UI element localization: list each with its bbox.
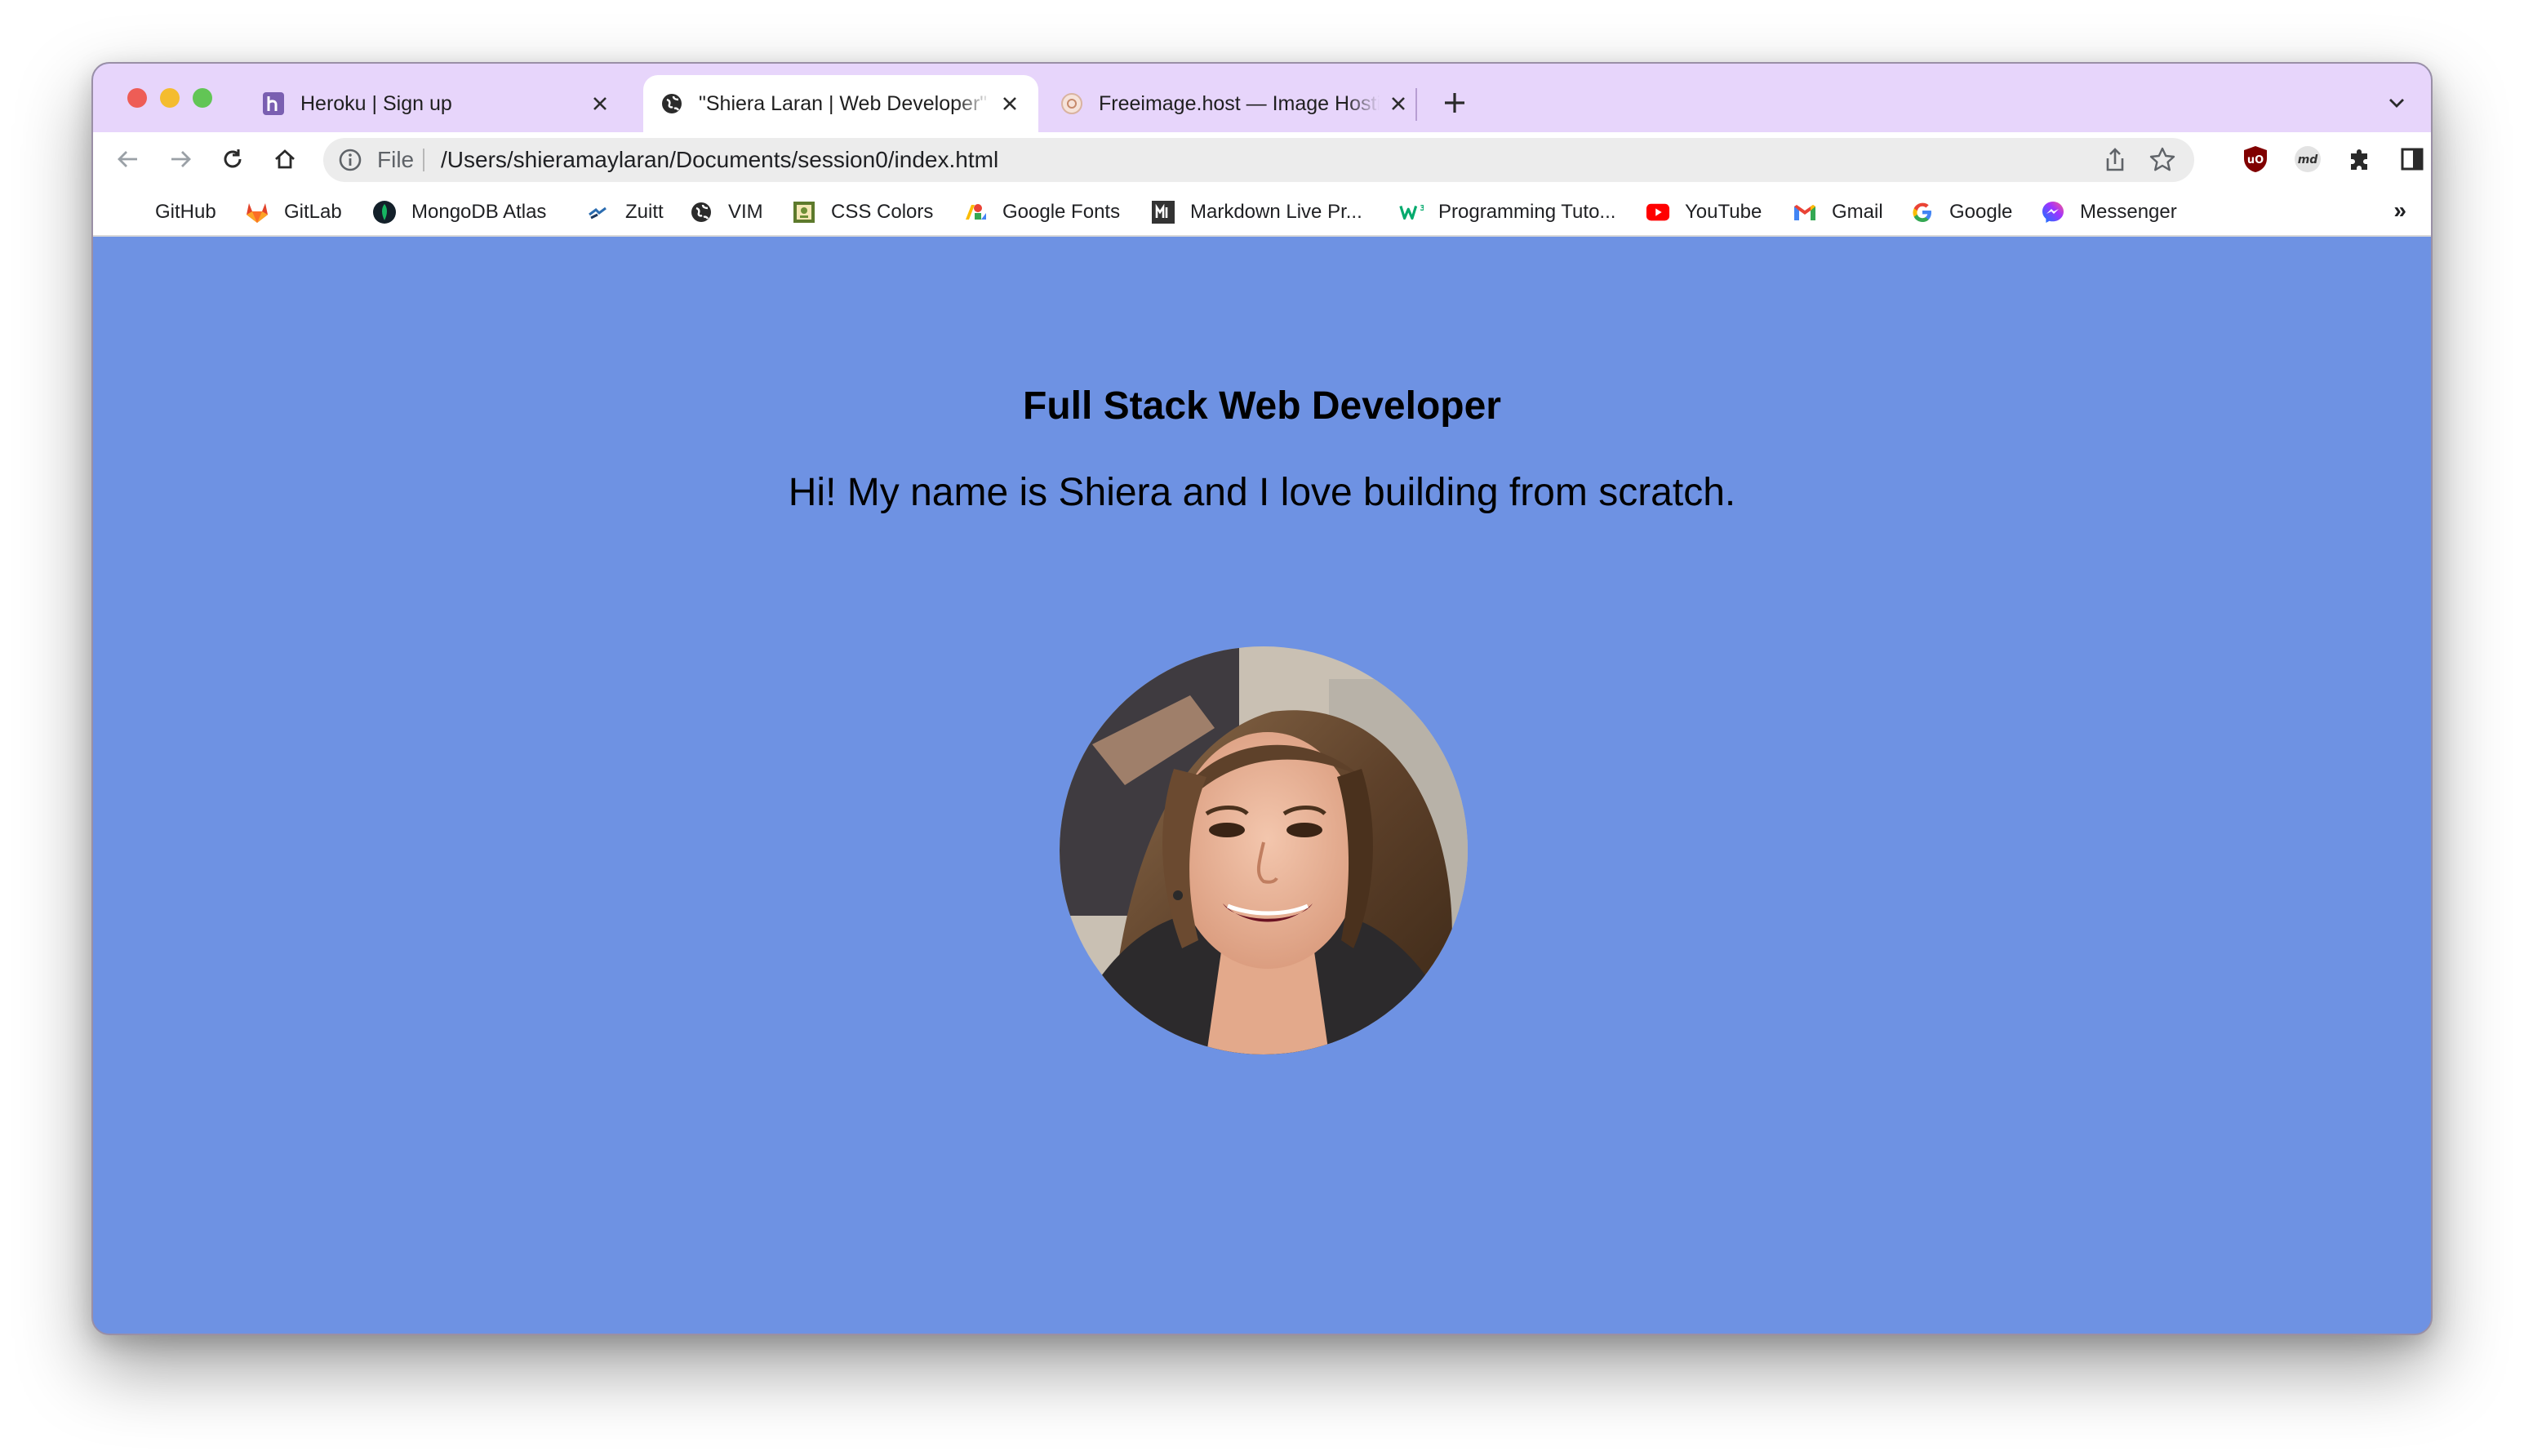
- tab-strip: Heroku | Sign up "Shiera Laran | Web Dev…: [93, 64, 2431, 132]
- page-heading: Full Stack Web Developer: [1023, 384, 1501, 428]
- ublock-extension-button[interactable]: uO: [2238, 142, 2273, 176]
- bookmark-messenger[interactable]: Messenger: [2041, 196, 2177, 229]
- bookmark-label: Zuitt: [625, 201, 664, 223]
- markdown-icon: [1151, 200, 1175, 224]
- bookmark-label: Google: [1949, 201, 2013, 223]
- tab-title: Heroku | Sign up: [300, 91, 452, 115]
- home-button[interactable]: [266, 140, 304, 178]
- markdown-md-icon: md: [2295, 146, 2321, 172]
- bookmark-label: Programming Tuto...: [1438, 201, 1616, 223]
- side-panel-button[interactable]: [2395, 142, 2429, 176]
- bookmark-label: VIM: [728, 201, 763, 223]
- bookmark-gmail[interactable]: Gmail: [1793, 196, 1883, 229]
- side-panel-icon: [2401, 148, 2424, 171]
- google-icon: [1910, 200, 1935, 224]
- star-icon[interactable]: [2149, 146, 2176, 174]
- arrow-left-icon: [118, 151, 137, 167]
- heroku-icon: [261, 91, 286, 116]
- bookmark-mongodb-atlas[interactable]: MongoDB Atlas: [372, 196, 546, 229]
- toolbar: File /Users/shieramaylaran/Documents/ses…: [93, 132, 2431, 186]
- reload-button[interactable]: [214, 140, 251, 178]
- close-tab-icon[interactable]: [998, 91, 1022, 116]
- gmail-icon: [1793, 200, 1817, 224]
- tab-search-button[interactable]: [2380, 87, 2413, 119]
- tab-freeimage[interactable]: Freeimage.host — Image Hosting: [1043, 75, 1427, 132]
- bookmark-label: CSS Colors: [831, 201, 934, 223]
- bookmark-programming-tutorials[interactable]: 3 Programming Tuto...: [1399, 196, 1615, 229]
- css-colors-icon: [792, 200, 816, 224]
- page-content: Full Stack Web Developer Hi! My name is …: [93, 237, 2431, 1334]
- url-text[interactable]: /Users/shieramaylaran/Documents/session0…: [441, 148, 998, 172]
- forward-button[interactable]: [162, 140, 199, 178]
- bookmarks-overflow-button[interactable]: »: [2393, 198, 2406, 224]
- ublock-icon: uO: [2244, 146, 2267, 172]
- bookmark-label: GitLab: [284, 201, 342, 223]
- back-button[interactable]: [109, 140, 147, 178]
- mongodb-icon: [372, 200, 397, 224]
- fullscreen-window-button[interactable]: [193, 88, 212, 108]
- bookmark-label: Google Fonts: [1002, 201, 1121, 223]
- home-icon: [275, 149, 295, 169]
- profile-photo: [1060, 646, 1468, 1054]
- tab-title: "Shiera Laran | Web Developer": [699, 91, 988, 115]
- bookmark-css-colors[interactable]: CSS Colors: [792, 196, 933, 229]
- globe-icon: [689, 200, 713, 224]
- close-tab-icon[interactable]: [588, 91, 612, 116]
- gitlab-icon: [245, 200, 269, 224]
- scheme-label: File: [377, 147, 415, 172]
- tab-heroku[interactable]: Heroku | Sign up: [245, 75, 629, 132]
- tab-title: Freeimage.host — Image Hosting: [1099, 91, 1380, 115]
- youtube-icon: [1646, 200, 1670, 224]
- close-tab-icon[interactable]: [1386, 91, 1411, 116]
- markdown-extension-button[interactable]: md: [2291, 142, 2325, 176]
- bookmarks-bar: GitHub GitLab MongoDB Atlas Zuitt VIM CS…: [93, 186, 2431, 237]
- reload-icon: [224, 149, 242, 168]
- page-tagline: Hi! My name is Shiera and I love buildin…: [788, 471, 1736, 514]
- close-window-button[interactable]: [127, 88, 147, 108]
- freeimage-icon: [1060, 91, 1084, 116]
- arrow-right-icon: [171, 151, 191, 167]
- share-icon[interactable]: [2101, 146, 2129, 174]
- messenger-icon: [2041, 200, 2065, 224]
- bookmark-label: MongoDB Atlas: [411, 201, 547, 223]
- bookmark-gitlab[interactable]: GitLab: [245, 196, 342, 229]
- bookmark-google-fonts[interactable]: Google Fonts: [963, 196, 1120, 229]
- svg-text:md: md: [2298, 153, 2319, 166]
- w3-icon: 3: [1399, 200, 1424, 224]
- extensions-button[interactable]: [2343, 142, 2377, 176]
- bookmark-label: YouTube: [1685, 201, 1762, 223]
- address-separator: [423, 149, 424, 171]
- bookmark-youtube[interactable]: YouTube: [1646, 196, 1762, 229]
- bookmark-markdown-live-preview[interactable]: Markdown Live Pr...: [1151, 196, 1362, 229]
- globe-icon: [660, 91, 684, 116]
- bookmark-google[interactable]: Google: [1910, 196, 2012, 229]
- bookmark-label: Messenger: [2080, 201, 2177, 223]
- chevron-down-icon: [2389, 99, 2404, 108]
- new-tab-button[interactable]: [1437, 85, 1473, 121]
- info-icon[interactable]: [338, 148, 362, 172]
- svg-text:3: 3: [1420, 204, 1424, 213]
- address-bar[interactable]: File /Users/shieramaylaran/Documents/ses…: [323, 138, 2194, 182]
- bookmark-github[interactable]: GitHub: [155, 196, 216, 229]
- minimize-window-button[interactable]: [160, 88, 180, 108]
- bookmark-label: GitHub: [155, 201, 216, 223]
- svg-text:uO: uO: [2247, 154, 2264, 166]
- bookmark-zuitt[interactable]: Zuitt: [586, 196, 664, 229]
- bookmark-vim[interactable]: VIM: [689, 196, 763, 229]
- puzzle-icon: [2351, 149, 2367, 170]
- bookmark-label: Markdown Live Pr...: [1190, 201, 1362, 223]
- tab-separator: [1415, 88, 1417, 121]
- tab-shiera-laran[interactable]: "Shiera Laran | Web Developer": [643, 75, 1038, 132]
- google-fonts-icon: [963, 200, 988, 224]
- zuitt-icon: [586, 200, 611, 224]
- browser-window: Heroku | Sign up "Shiera Laran | Web Dev…: [91, 62, 2433, 1335]
- bookmark-label: Gmail: [1832, 201, 1883, 223]
